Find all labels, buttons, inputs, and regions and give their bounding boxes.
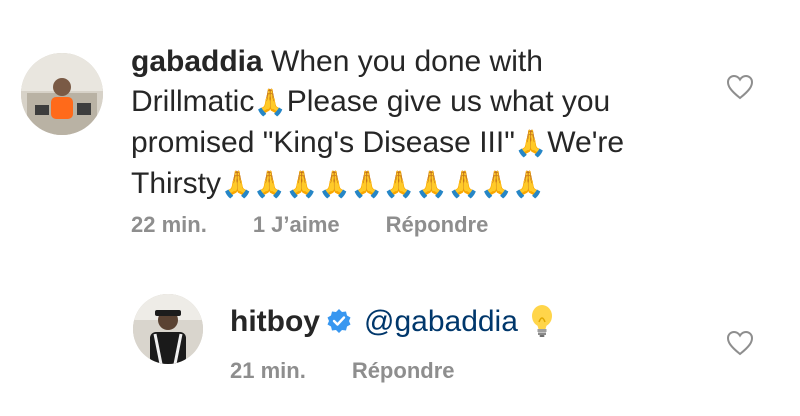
avatar-image (133, 294, 203, 364)
timestamp: 22 min. (131, 212, 207, 237)
comment-text-line: Please give us what you (286, 85, 611, 118)
praying-hands-row: 🙏🙏🙏🙏🙏🙏🙏🙏🙏🙏 (221, 170, 545, 200)
heart-outline-icon[interactable] (726, 330, 754, 356)
verified-badge-icon (327, 309, 351, 333)
reply-button[interactable]: Répondre (386, 212, 489, 238)
reply-button[interactable]: Répondre (352, 358, 455, 384)
heart-outline-icon[interactable] (726, 74, 754, 100)
light-bulb-emoji (531, 305, 552, 337)
comment-meta: 22 min. 1 J’aime Répondre (131, 212, 488, 238)
username[interactable]: gabaddia (131, 45, 263, 78)
comment-text-line: Thirsty (131, 167, 221, 200)
likes-count[interactable]: 1 J’aime (253, 212, 340, 238)
avatar-image (21, 53, 103, 135)
comment-meta: 21 min. Répondre (230, 358, 455, 384)
comment-text: gabaddia When you done with Drillmatic🙏P… (131, 42, 691, 205)
praying-hands-icon: 🙏 (254, 88, 287, 118)
timestamp: 21 min. (230, 358, 306, 383)
comment-text-line: promised "King's Disease III" (131, 126, 515, 159)
comment-text-line: Drillmatic (131, 85, 255, 118)
comment-text-line: We're (547, 126, 625, 159)
mention-link[interactable]: @gabaddia (364, 305, 518, 338)
comment-hitboy: hitboy @gabaddia 21 min. Répondre (0, 260, 800, 416)
comment-text: hitboy @gabaddia (230, 302, 554, 342)
comment-text-line: When you done with (271, 45, 543, 78)
praying-hands-icon: 🙏 (514, 129, 548, 159)
avatar[interactable] (21, 53, 103, 135)
username[interactable]: hitboy (230, 305, 320, 338)
avatar[interactable] (133, 294, 203, 364)
comment-gabaddia: gabaddia When you done with Drillmatic🙏P… (0, 0, 800, 260)
